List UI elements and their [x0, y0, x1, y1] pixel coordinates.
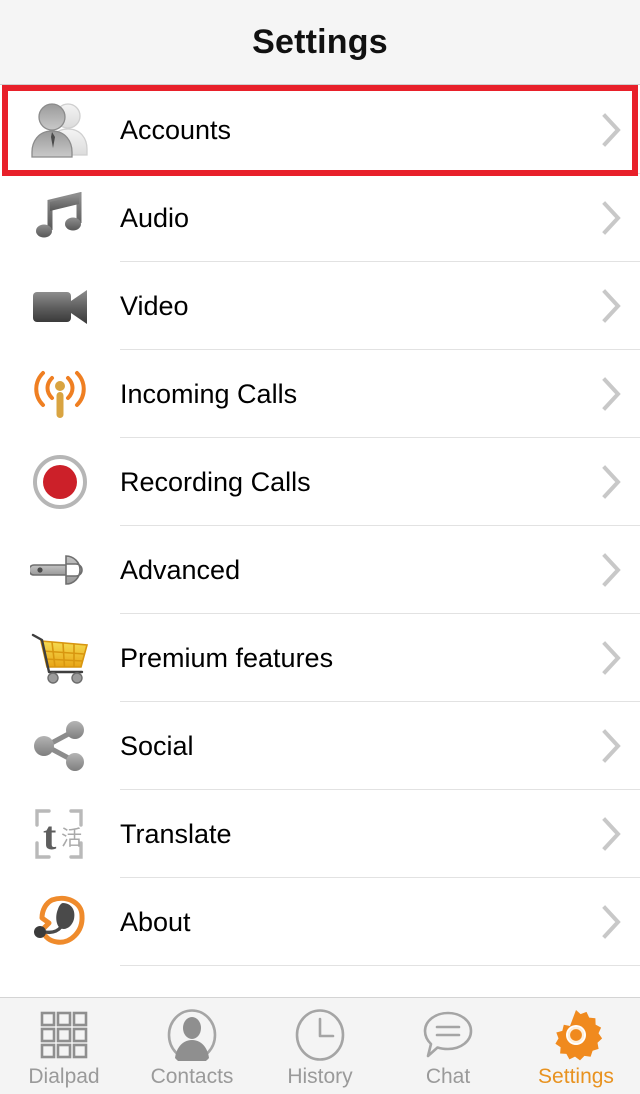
list-item-label: Audio: [120, 202, 190, 233]
tab-label: Dialpad: [28, 1065, 100, 1088]
chevron-right-icon: [584, 729, 640, 763]
chevron-right-icon: [584, 465, 640, 499]
contact-person-icon: [167, 1009, 217, 1061]
list-item-label: Translate: [120, 818, 232, 849]
shopping-cart-icon: [0, 614, 120, 702]
headset-bubble-icon: [0, 878, 120, 966]
list-item-label: About: [120, 906, 191, 937]
share-nodes-icon: [0, 702, 120, 790]
tab-label: Chat: [425, 1065, 471, 1088]
tab-chat[interactable]: Chat: [384, 998, 512, 1094]
list-item-social[interactable]: Social: [0, 702, 640, 790]
chevron-right-icon: [584, 289, 640, 323]
list-item-label: Accounts: [120, 114, 232, 145]
list-item-premium-features[interactable]: Premium features: [0, 614, 640, 702]
list-item-label: Advanced: [120, 554, 241, 585]
list-item-advanced[interactable]: Advanced: [0, 526, 640, 614]
list-item-translate[interactable]: t 活 Translate: [0, 790, 640, 878]
list-item-video[interactable]: Video: [0, 262, 640, 350]
record-dot-icon: [0, 438, 120, 526]
list-item-incoming-calls[interactable]: Incoming Calls: [0, 350, 640, 438]
chat-bubble-icon: [422, 1009, 474, 1061]
chevron-right-icon: [584, 113, 640, 147]
list-item-audio[interactable]: Audio: [0, 174, 640, 262]
list-item-recording-calls[interactable]: Recording Calls: [0, 438, 640, 526]
antenna-signal-icon: [0, 350, 120, 438]
list-item-label: Premium features: [120, 642, 334, 673]
list-item-label: Video: [120, 290, 189, 321]
translate-icon: t 活: [0, 790, 120, 878]
music-note-icon: [0, 174, 120, 262]
clock-icon: [295, 1009, 345, 1061]
tab-dialpad[interactable]: Dialpad: [0, 998, 128, 1094]
people-icon: [0, 86, 120, 174]
tab-label: Settings: [538, 1065, 614, 1088]
chevron-right-icon: [584, 377, 640, 411]
tab-label: Contacts: [150, 1065, 234, 1088]
page-header: Settings: [0, 0, 640, 85]
tab-label: History: [287, 1065, 353, 1088]
chevron-right-icon: [584, 905, 640, 939]
tab-contacts[interactable]: Contacts: [128, 998, 256, 1094]
list-item-label: Recording Calls: [120, 466, 311, 497]
wrench-icon: [0, 526, 120, 614]
tab-history[interactable]: History: [256, 998, 384, 1094]
list-item-accounts[interactable]: Accounts: [0, 86, 640, 174]
chevron-right-icon: [584, 201, 640, 235]
chevron-right-icon: [584, 817, 640, 851]
dialpad-grid-icon: [39, 1009, 89, 1061]
list-item-label: Social: [120, 730, 194, 761]
settings-screen: Settings Accounts Audio Video Incoming C…: [0, 0, 640, 1094]
row-separator: [120, 965, 640, 966]
bottom-tab-bar: Dialpad Contacts History Chat Settings: [0, 997, 640, 1094]
list-item-label: Incoming Calls: [120, 378, 298, 409]
chevron-right-icon: [584, 641, 640, 675]
tab-settings[interactable]: Settings: [512, 998, 640, 1094]
chevron-right-icon: [584, 553, 640, 587]
svg-text:活: 活: [61, 826, 82, 850]
camcorder-icon: [0, 262, 120, 350]
svg-text:t: t: [43, 813, 57, 858]
page-title: Settings: [252, 22, 388, 61]
list-item-about[interactable]: About: [0, 878, 640, 966]
gear-icon: [550, 1009, 602, 1061]
settings-list: Accounts Audio Video Incoming Calls Reco…: [0, 86, 640, 997]
